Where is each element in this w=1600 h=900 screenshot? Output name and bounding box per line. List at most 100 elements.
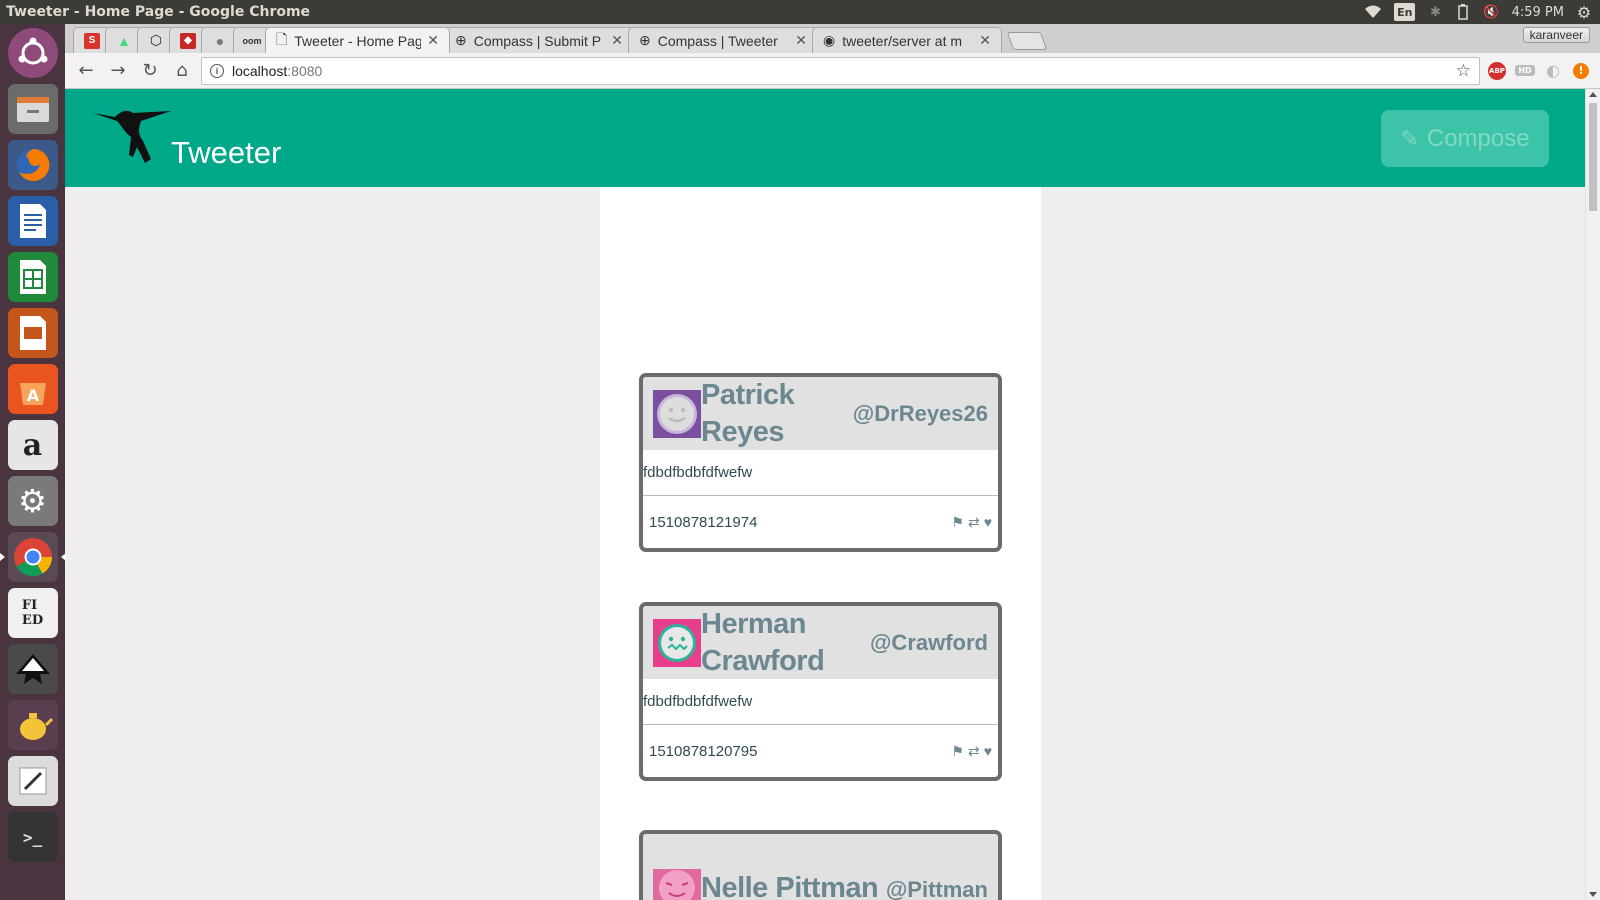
author-handle: @Pittman [885, 877, 988, 900]
tweet-card: Herman Crawford @Crawford fdbdfbdbfdfwef… [639, 602, 1002, 781]
compose-button[interactable]: ✎ Compose [1381, 110, 1549, 167]
brand[interactable]: Tweeter [93, 107, 281, 170]
tab-compass-tweeter[interactable]: ⊕ Compass | Tweeter ✕ [628, 27, 818, 53]
codepen-favicon-icon: ⬡ [149, 32, 163, 48]
avatar [653, 618, 701, 667]
tweet-actions: ⚑ ⇄ ♥ [951, 514, 992, 531]
scroll-up-arrow-icon[interactable] [1589, 92, 1597, 97]
terminal-icon[interactable]: >_ [7, 812, 58, 862]
unity-launcher: A a ⚙ FI ED >_ [0, 24, 66, 900]
update-alert-icon[interactable]: ! [1570, 60, 1592, 82]
tweet-content: fdbdfbdbfdfwefw [643, 450, 998, 496]
tweet-header: Nelle Pittman @Pittman [643, 834, 998, 900]
tab-label: Compass | Tweeter [657, 32, 778, 49]
font-editor-icon[interactable]: FI ED [7, 588, 58, 638]
ubuntu-software-icon[interactable]: A [7, 364, 58, 414]
app-header: Tweeter ✎ Compose [65, 89, 1585, 187]
avatar [653, 869, 701, 900]
avatar [653, 389, 701, 438]
retweet-icon[interactable]: ⇄ [968, 743, 980, 760]
site-info-icon[interactable]: i [210, 63, 224, 78]
volume-muted-icon[interactable]: 🔇 [1483, 3, 1499, 21]
bluetooth-icon[interactable]: ✱ [1427, 3, 1443, 21]
tab-label: tweeter/server at m [842, 32, 963, 49]
tweet-timestamp: 1510878120795 [649, 742, 758, 760]
tweets-column: Patrick Reyes @DrReyes26 fdbdfbdbfdfwefw… [600, 187, 1041, 900]
window-title: Tweeter - Home Page - Google Chrome [6, 4, 311, 20]
wifi-icon[interactable] [1364, 3, 1382, 21]
tab-close-icon[interactable]: ✕ [427, 32, 439, 49]
tab-compass-submit[interactable]: ⊕ Compass | Submit P ✕ [444, 27, 634, 53]
text-editor-icon[interactable] [7, 756, 58, 806]
forward-arrow-icon[interactable]: → [105, 58, 131, 84]
tweet-header: Herman Crawford @Crawford [643, 606, 998, 679]
red-bird-favicon-icon: ◆ [180, 32, 196, 49]
author-name: Herman Crawford [701, 607, 825, 677]
app-name: Tweeter [171, 135, 282, 170]
reload-icon[interactable]: ↻ [137, 58, 163, 84]
amazon-icon[interactable]: a [7, 420, 58, 470]
keyboard-language-indicator[interactable]: En [1394, 3, 1416, 21]
grey-extension-icon[interactable]: ◐ [1542, 60, 1564, 82]
page-viewport: Tweeter ✎ Compose Patrick Reyes @DrReyes… [65, 89, 1600, 900]
flag-icon[interactable]: ⚑ [951, 514, 964, 531]
heart-icon[interactable]: ♥ [984, 743, 992, 760]
tab-github-tweeter[interactable]: ◉ tweeter/server at m ✕ [812, 27, 1002, 53]
hummingbird-logo-icon [93, 110, 171, 163]
tweet-timestamp: 1510878121974 [649, 513, 758, 531]
tab-tweeter-home[interactable]: 🗋 Tweeter - Home Pag ✕ [265, 27, 450, 53]
author-handle: @DrReyes26 [852, 400, 988, 426]
android-favicon-icon: ▲ [117, 32, 131, 49]
tweet-card: Patrick Reyes @DrReyes26 fdbdfbdbfdfwefw… [639, 373, 1002, 552]
svg-text:A: A [26, 386, 39, 405]
compass-favicon-icon: ⊕ [639, 32, 651, 48]
ubuntu-dash-icon[interactable] [7, 28, 58, 78]
back-arrow-icon[interactable]: ← [73, 58, 99, 84]
tab-strip: S ▲ ⬡ ◆ ● oom 🗋 Tweeter - Home Pag ✕ ⊕ C… [65, 24, 1600, 53]
oom-favicon-icon: oom [242, 35, 262, 46]
home-icon[interactable]: ⌂ [169, 58, 195, 84]
new-tab-button[interactable] [1006, 32, 1048, 50]
author-name: Nelle Pittman [701, 872, 879, 900]
github-favicon-icon: ◉ [823, 32, 836, 48]
url-host: localhost [232, 62, 288, 79]
teapot-icon[interactable] [7, 700, 58, 750]
adblock-extension-icon[interactable]: ABP [1486, 60, 1508, 82]
compose-label: Compose [1426, 124, 1530, 152]
url-port: :8080 [287, 62, 323, 79]
scrollbar-thumb[interactable] [1589, 103, 1597, 211]
author-handle: @Crawford [869, 629, 988, 655]
page-scrollbar[interactable] [1585, 89, 1600, 900]
bookmark-star-icon[interactable]: ☆ [1456, 61, 1471, 81]
browser-toolbar: ← → ↻ ⌂ i localhost:8080 ☆ ABP HD ◐ ! [65, 53, 1600, 89]
tab-close-icon[interactable]: ✕ [795, 32, 807, 49]
inkscape-icon[interactable] [7, 644, 58, 694]
flag-icon[interactable]: ⚑ [951, 743, 964, 760]
s-favicon-icon: S [84, 32, 100, 49]
tweet-card: Nelle Pittman @Pittman [639, 830, 1002, 900]
libreoffice-calc-icon[interactable] [7, 252, 58, 302]
address-bar[interactable]: i localhost:8080 ☆ [201, 56, 1480, 85]
system-settings-icon[interactable]: ⚙ [7, 476, 58, 526]
libreoffice-writer-icon[interactable] [7, 196, 58, 246]
tweet-content: fdbdfbdbfdfwefw [643, 679, 998, 725]
tab-label: Tweeter - Home Pag [294, 32, 422, 49]
tab-close-icon[interactable]: ✕ [611, 32, 623, 49]
system-indicators: En ✱ 🔇 4:59 PM ⚙ [1364, 3, 1600, 22]
google-chrome-icon[interactable] [0, 532, 66, 582]
tab-close-icon[interactable]: ✕ [979, 32, 991, 49]
hd-extension-icon[interactable]: HD [1514, 60, 1536, 82]
tweet-actions: ⚑ ⇄ ♥ [951, 743, 992, 760]
clock[interactable]: 4:59 PM [1512, 3, 1564, 21]
libreoffice-impress-icon[interactable] [7, 308, 58, 358]
retweet-icon[interactable]: ⇄ [968, 514, 980, 531]
firefox-icon[interactable] [7, 140, 58, 190]
files-icon[interactable] [7, 84, 58, 134]
scroll-down-arrow-icon[interactable] [1589, 892, 1597, 897]
battery-icon[interactable] [1455, 3, 1471, 21]
session-gear-icon[interactable]: ⚙ [1576, 3, 1592, 22]
tweet-footer: 1510878120795 ⚑ ⇄ ♥ [643, 725, 998, 777]
heart-icon[interactable]: ♥ [984, 514, 992, 531]
profile-button[interactable]: karanveer [1522, 27, 1590, 43]
edit-icon: ✎ [1400, 125, 1419, 151]
